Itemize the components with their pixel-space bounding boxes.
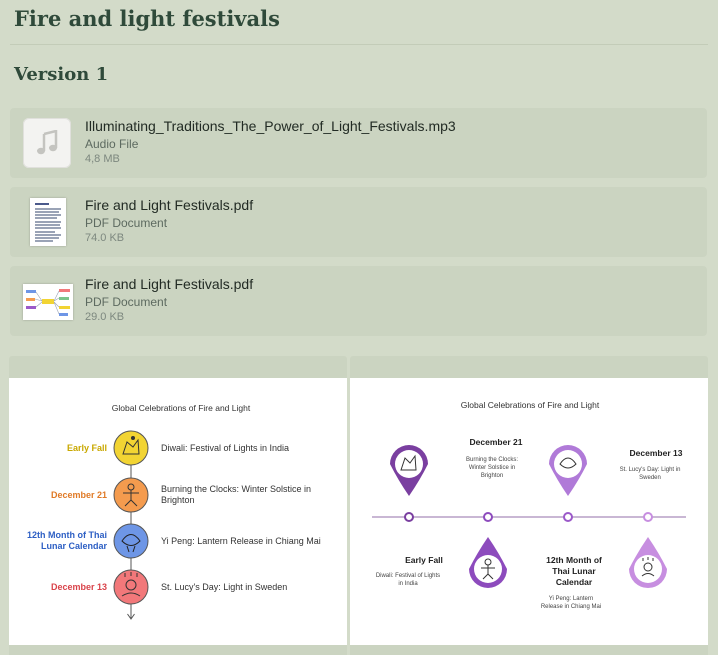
image-preview-vertical-infographic[interactable]: Global Celebrations of Fire and Light Ea… (9, 356, 347, 655)
timeline-date: Lunar Calendar (41, 541, 108, 551)
timeline-desc: Yi Peng: Lantern Release in Chiang Mai (161, 536, 321, 546)
timeline-desc: Release in Chiang Mai (541, 604, 601, 610)
file-type: Audio File (85, 137, 139, 151)
timeline-date: Thai Lunar (552, 566, 596, 576)
infographic-title: Global Celebrations of Fire and Light (461, 400, 600, 410)
mindmap-thumbnail-icon (23, 276, 73, 326)
diwali-icon (113, 430, 149, 466)
version-heading: Version 1 (14, 64, 109, 85)
timeline-date: Early Fall (405, 555, 443, 565)
file-size: 4,8 MB (85, 153, 120, 165)
timeline-desc: Winter Solstice in (469, 465, 515, 471)
timeline-desc: Brighton (481, 473, 503, 479)
vertical-infographic: Global Celebrations of Fire and Light Ea… (9, 378, 347, 645)
file-name[interactable]: Illuminating_Traditions_The_Power_of_Lig… (85, 118, 456, 134)
file-type: PDF Document (85, 216, 168, 230)
timeline-date: 12th Month of Thai (27, 530, 107, 540)
music-note-icon (23, 118, 71, 168)
lantern-icon (113, 523, 149, 559)
timeline-desc: Diwali: Festival of Lights in India (161, 443, 289, 453)
file-name[interactable]: Fire and Light Festivals.pdf (85, 197, 253, 213)
timeline-date: December 21 (470, 437, 523, 447)
file-name[interactable]: Fire and Light Festivals.pdf (85, 276, 253, 292)
timeline-desc: Sweden (639, 475, 661, 481)
timeline-date: December 21 (51, 490, 107, 500)
file-size: 29.0 KB (85, 311, 125, 323)
infographic-title: Global Celebrations of Fire and Light (112, 403, 251, 413)
file-card-pdf-mindmap[interactable]: Fire and Light Festivals.pdf PDF Documen… (10, 266, 707, 336)
timeline-desc: in India (398, 581, 418, 587)
timeline-infographic: Global Celebrations of Fire and Light De… (350, 378, 708, 645)
timeline-desc: Burning the Clocks: (466, 457, 518, 463)
pdf-document-icon (23, 197, 71, 247)
timeline-date: Calendar (556, 577, 593, 587)
timeline-date: 12th Month of (546, 555, 602, 565)
timeline-desc: Burning the Clocks: Winter Solstice in (161, 484, 311, 494)
timeline-date: December 13 (630, 448, 683, 458)
timeline-desc: St. Lucy's Day: Light in Sweden (161, 582, 287, 592)
header-divider (10, 44, 708, 45)
timeline-date: Early Fall (67, 443, 107, 453)
timeline-desc: St. Lucy's Day: Light in (620, 467, 681, 473)
file-card-pdf-document[interactable]: Fire and Light Festivals.pdf PDF Documen… (10, 187, 707, 257)
file-card-audio[interactable]: Illuminating_Traditions_The_Power_of_Lig… (10, 108, 707, 178)
timeline-desc: Diwali: Festival of Lights (376, 573, 440, 579)
file-size: 74.0 KB (85, 232, 125, 244)
timeline-desc: Yi Peng: Lantern (549, 596, 593, 602)
timeline-date: December 13 (51, 582, 107, 592)
image-preview-timeline-infographic[interactable]: Global Celebrations of Fire and Light De… (350, 356, 708, 655)
file-type: PDF Document (85, 295, 168, 309)
timeline-desc: Brighton (161, 495, 195, 505)
page-title: Fire and light festivals (14, 6, 280, 31)
